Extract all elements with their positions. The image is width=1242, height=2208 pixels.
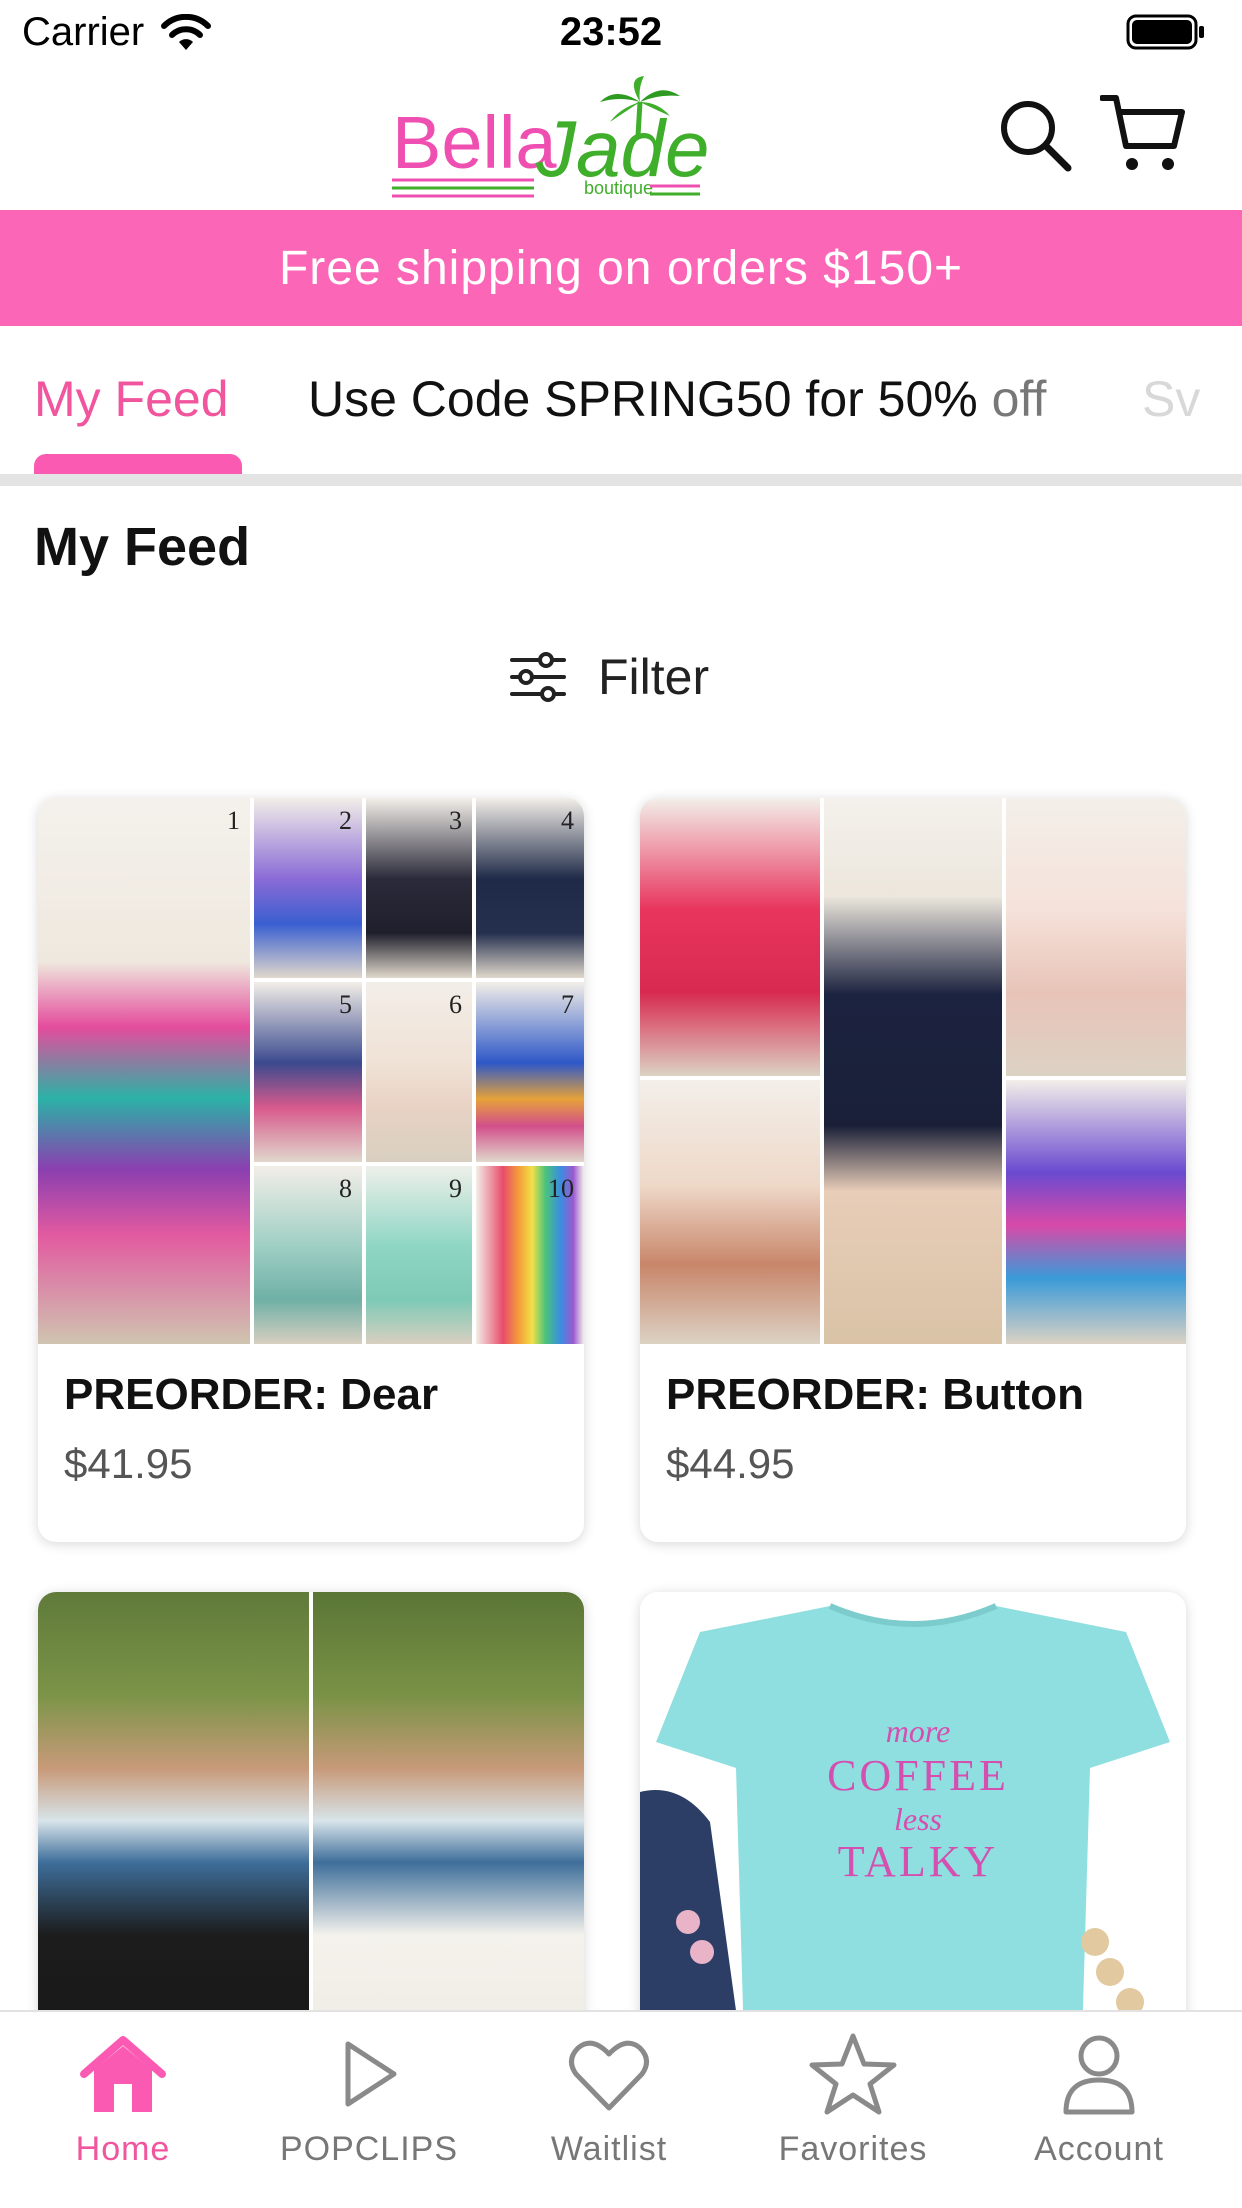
collage-tile [640, 798, 820, 1076]
collage-tile [1006, 1080, 1186, 1344]
tab-spring-code-label: Use Code SPRING50 for 50% [308, 371, 978, 427]
tab-spring-code[interactable]: Use Code SPRING50 for 50% off [308, 370, 1046, 428]
collage-tile: 5 [254, 982, 362, 1162]
product-name: PREORDER: Button [666, 1370, 1084, 1419]
star-icon [809, 2033, 897, 2115]
battery-icon [1126, 14, 1204, 50]
status-bar: Carrier 23:52 [0, 0, 1242, 66]
collage-tile: 7 [476, 982, 584, 1162]
play-icon [345, 2041, 397, 2107]
collage-tile: 4 [476, 798, 584, 978]
product-price: $41.95 [64, 1440, 193, 1487]
tile-number: 1 [227, 806, 240, 835]
active-tab-indicator [34, 454, 242, 474]
bottom-tab-bar: Home POPCLIPS Waitlist Favorites Account [0, 2010, 1242, 2208]
collage-tile [640, 1080, 820, 1344]
clock: 23:52 [559, 10, 663, 54]
search-icon[interactable] [996, 96, 1072, 172]
tile-number: 8 [339, 1174, 352, 1203]
tab-home-label: Home [75, 2130, 171, 2168]
tab-home[interactable]: Home [18, 2032, 228, 2169]
product-card[interactable]: 1 2 3 4 5 6 7 8 9 10 PREORDER: Dear $41.… [38, 798, 584, 1542]
filter-sliders-icon [510, 652, 566, 702]
tab-popclips[interactable]: POPCLIPS [264, 2032, 474, 2169]
collage-tile: 9 [366, 1166, 472, 1344]
tab-account[interactable]: Account [994, 2032, 1204, 2169]
cart-icon[interactable] [1100, 92, 1186, 174]
collage-tile: 10 [476, 1166, 584, 1344]
tab-waitlist-label: Waitlist [550, 2130, 668, 2168]
tile-number: 4 [561, 806, 574, 835]
collage-tile [824, 798, 1002, 1344]
collage-tile: 3 [366, 798, 472, 978]
tab-spring-code-tail: off [977, 371, 1047, 427]
tab-my-feed[interactable]: My Feed [34, 370, 229, 428]
heart-icon [569, 2040, 649, 2111]
logo-bella-text: Bella [392, 101, 557, 184]
person-icon [1063, 2035, 1135, 2115]
collage-tile: 6 [366, 982, 472, 1162]
tile-number: 6 [449, 990, 462, 1019]
tile-number: 5 [339, 990, 352, 1019]
collage-tile [1006, 798, 1186, 1076]
product-image[interactable] [640, 798, 1186, 1344]
shirt-text-more: more [886, 1713, 951, 1749]
collage-tile: 2 [254, 798, 362, 978]
home-icon [80, 2036, 166, 2112]
tab-account-label: Account [1034, 2130, 1164, 2168]
shirt-text-less: less [894, 1801, 942, 1837]
tile-number: 2 [339, 806, 352, 835]
tab-next[interactable]: Sv [1142, 370, 1200, 428]
tile-number: 10 [548, 1174, 574, 1203]
collage-tile: 1 [38, 798, 250, 1344]
bellajade-logo[interactable]: Bella Jade boutique [388, 76, 708, 206]
tab-waitlist[interactable]: Waitlist [504, 2032, 714, 2169]
free-shipping-banner[interactable]: Free shipping on orders $150+ [0, 210, 1242, 326]
tile-number: 7 [561, 990, 574, 1019]
promo-text: Free shipping on orders $150+ [278, 241, 964, 295]
product-image[interactable]: 1 2 3 4 5 6 7 8 9 10 [38, 798, 584, 1344]
product-name: PREORDER: Dear [64, 1370, 439, 1419]
tab-popclips-label: POPCLIPS [279, 2130, 459, 2168]
tile-number: 9 [449, 1174, 462, 1203]
product-card[interactable]: PREORDER: Button $44.95 [640, 798, 1186, 1542]
filter-button[interactable]: Filter [508, 642, 709, 712]
logo-sub-text: boutique [584, 178, 653, 198]
app-header: Bella Jade boutique [0, 66, 1242, 210]
tab-favorites-label: Favorites [778, 2130, 928, 2168]
category-tabs: My Feed Use Code SPRING50 for 50% off Sv [0, 326, 1242, 474]
page-title: My Feed [34, 517, 251, 577]
tile-number: 3 [449, 806, 462, 835]
collage-tile: 8 [254, 1166, 362, 1344]
shirt-text-coffee: COFFEE [827, 1751, 1009, 1800]
shirt-text-talky: TALKY [838, 1837, 999, 1886]
tab-favorites[interactable]: Favorites [748, 2032, 958, 2169]
filter-label: Filter [598, 649, 710, 705]
product-price: $44.95 [666, 1440, 795, 1487]
tabs-divider [0, 474, 1242, 486]
